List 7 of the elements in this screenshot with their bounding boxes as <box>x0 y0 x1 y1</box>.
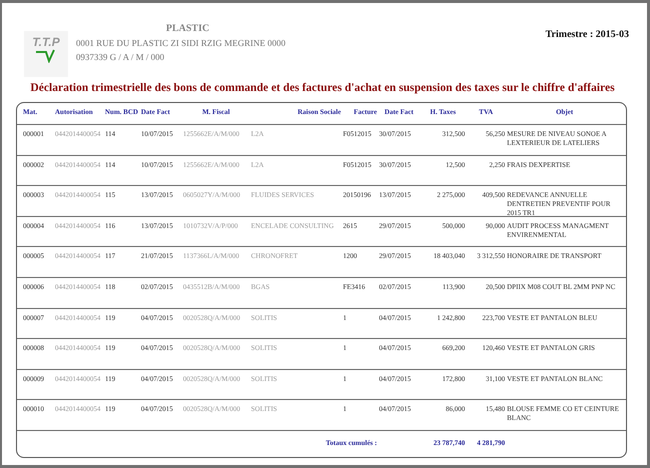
period-label: Trimestre : 2015-03 <box>546 29 629 40</box>
company-address: 0001 RUE DU PLASTIC ZI SIDI RZIG MEGRINE 0000 <box>76 38 286 48</box>
company-name: PLASTIC <box>165 23 210 34</box>
fiscal-id: 0937339 G / A / M / 000 <box>76 52 166 62</box>
logo-text: T.T.P <box>32 35 60 49</box>
check-mark-icon <box>35 49 57 63</box>
report-title: Déclaration trimestrielle des bons de commande et des factures d'achat en suspension des taxes sur le chiffre d'affaires <box>29 81 616 94</box>
